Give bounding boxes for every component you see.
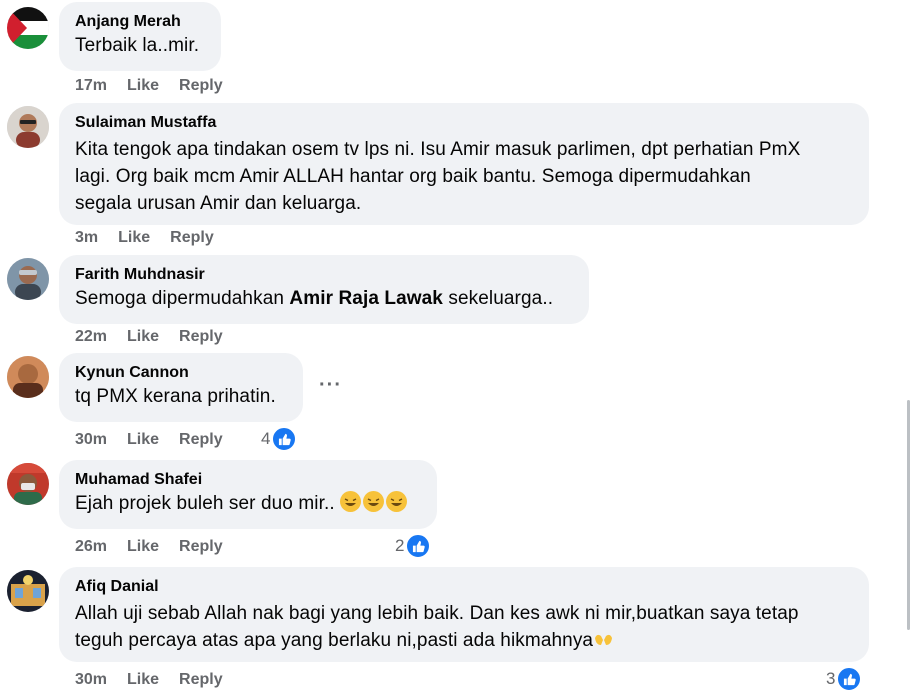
thumbs-up-icon [406, 534, 431, 558]
comment-author[interactable]: Anjang Merah [75, 12, 205, 32]
avatar[interactable] [7, 106, 49, 148]
reply-button[interactable]: Reply [179, 537, 223, 557]
comment-time[interactable]: 26m [75, 537, 107, 557]
like-button[interactable]: Like [127, 537, 159, 557]
comment-time[interactable]: 3m [75, 228, 98, 248]
like-button[interactable]: Like [127, 670, 159, 690]
avatar[interactable] [7, 356, 49, 398]
reaction-count-label: 3 [826, 669, 836, 688]
comment-text-line: segala urusan Amir dan keluarga. [75, 193, 362, 214]
comment-text: Terbaik la..mir. [75, 35, 200, 56]
comment-text: Ejah projek buleh ser duo mir.. [75, 490, 421, 517]
comment-bubble: Afiq Danial Allah uji sebab Allah nak ba… [59, 567, 869, 662]
comment-text: tq PMX kerana prihatin. [75, 386, 276, 407]
reaction-count-label: 2 [395, 536, 405, 555]
comment-bubble: Muhamad Shafei Ejah projek buleh ser duo… [59, 460, 437, 529]
comment-time[interactable]: 22m [75, 327, 107, 347]
comment-author[interactable]: Muhamad Shafei [75, 470, 421, 490]
user-avatar-image [7, 106, 49, 148]
like-button[interactable]: Like [127, 327, 159, 347]
more-options-icon[interactable]: ··· [319, 374, 342, 397]
reply-button[interactable]: Reply [179, 76, 223, 96]
user-avatar-image [7, 570, 49, 612]
comment-text-part: teguh percaya atas apa yang berlaku ni,p… [75, 630, 594, 651]
reply-button[interactable]: Reply [179, 670, 223, 690]
thumbs-up-icon [272, 427, 297, 451]
comment-text-part: Semoga dipermudahkan [75, 288, 290, 309]
comment-author[interactable]: Farith Muhdnasir [75, 265, 573, 285]
open-hands-emoji-icon [593, 628, 614, 649]
comment-actions: 30m Like Reply [75, 430, 243, 450]
user-avatar-image [7, 258, 49, 300]
laughing-emoji-icon [363, 491, 385, 512]
comment-actions: 3m Like Reply [75, 228, 234, 248]
reaction-count-label: 4 [261, 429, 271, 448]
mention-link[interactable]: Amir Raja Lawak [289, 288, 443, 309]
reply-button[interactable]: Reply [170, 228, 214, 248]
reply-button[interactable]: Reply [179, 430, 223, 450]
comment-actions: 30m Like Reply [75, 670, 243, 690]
like-button[interactable]: Like [118, 228, 150, 248]
comment-text-line: Kita tengok apa tindakan osem tv lps ni.… [75, 139, 801, 160]
comment-text-part: Ejah projek buleh ser duo mir.. [75, 493, 335, 514]
comment-text-line: lagi. Org baik mcm Amir ALLAH hantar org… [75, 166, 751, 187]
comment-time[interactable]: 30m [75, 670, 107, 690]
laughing-emoji-icon [340, 491, 362, 512]
user-avatar-image [7, 356, 49, 398]
comment-bubble: Farith Muhdnasir Semoga dipermudahkan Am… [59, 255, 589, 324]
comment-text-line: teguh percaya atas apa yang berlaku ni,p… [75, 627, 853, 654]
avatar[interactable] [7, 570, 49, 612]
avatar[interactable] [7, 463, 49, 505]
thumbs-up-icon [837, 667, 862, 691]
comment-bubble: Anjang Merah Terbaik la..mir. [59, 2, 221, 71]
comment-author[interactable]: Kynun Cannon [75, 363, 287, 383]
user-avatar-image [7, 463, 49, 505]
avatar[interactable] [7, 258, 49, 300]
reaction-count[interactable]: 2 [395, 534, 431, 558]
comment-author[interactable]: Afiq Danial [75, 577, 853, 597]
comment-time[interactable]: 30m [75, 430, 107, 450]
comment-text: Semoga dipermudahkan Amir Raja Lawak sek… [75, 285, 573, 312]
laughing-emoji-icon [386, 491, 408, 512]
like-button[interactable]: Like [127, 76, 159, 96]
comment-author[interactable]: Sulaiman Mustaffa [75, 113, 853, 133]
reply-button[interactable]: Reply [179, 327, 223, 347]
comment-actions: 26m Like Reply [75, 537, 243, 557]
avatar[interactable] [7, 7, 49, 49]
palestine-flag-avatar [7, 7, 49, 49]
reaction-count[interactable]: 4 [261, 427, 297, 451]
comment-bubble: Kynun Cannon tq PMX kerana prihatin. [59, 353, 303, 422]
comment-actions: 22m Like Reply [75, 327, 243, 347]
comment-actions: 17m Like Reply [75, 76, 243, 96]
comment-bubble: Sulaiman Mustaffa Kita tengok apa tindak… [59, 103, 869, 225]
comment-text-line: Allah uji sebab Allah nak bagi yang lebi… [75, 603, 799, 624]
comment-time[interactable]: 17m [75, 76, 107, 96]
reaction-count[interactable]: 3 [826, 667, 862, 691]
like-button[interactable]: Like [127, 430, 159, 450]
comment-text-part: sekeluarga.. [442, 288, 554, 309]
